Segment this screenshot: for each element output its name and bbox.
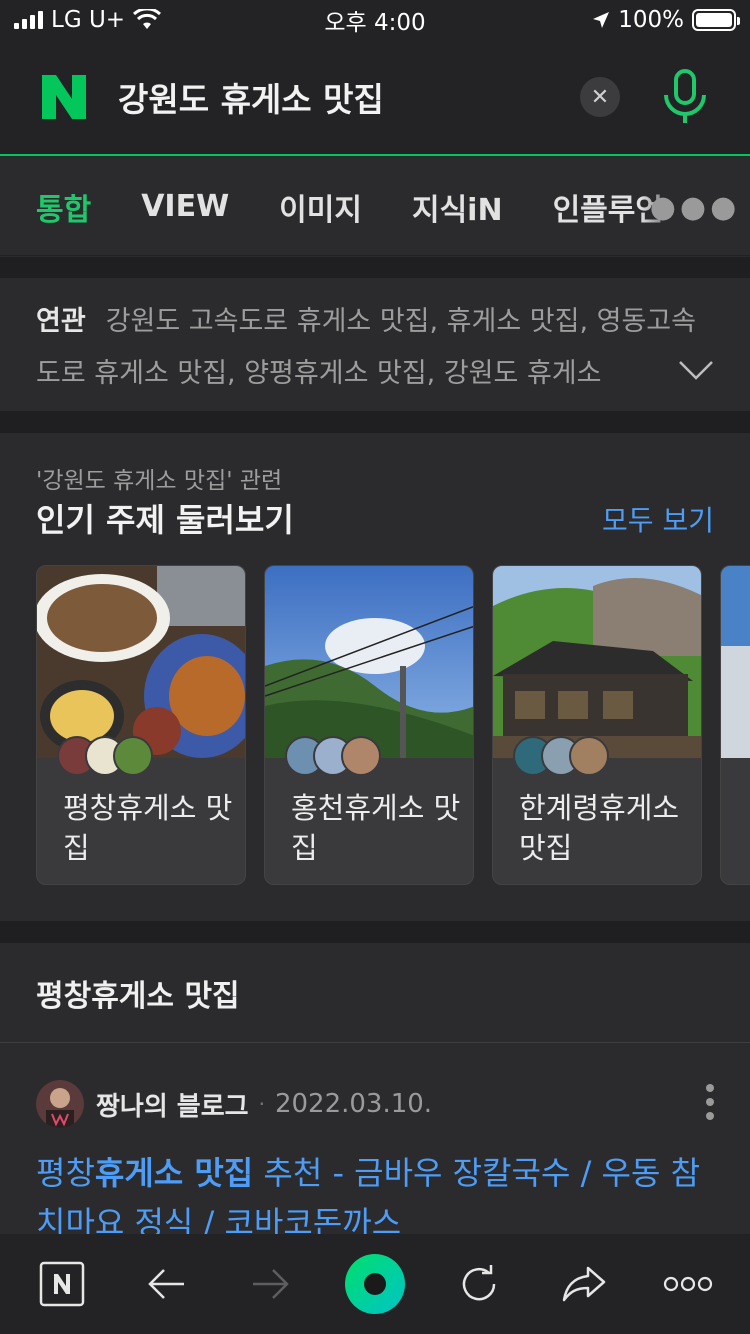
back-arrow-icon	[148, 1269, 185, 1299]
author-avatars	[285, 736, 381, 776]
green-dot-button[interactable]	[340, 1249, 410, 1319]
section-divider	[0, 411, 750, 433]
post-title-link[interactable]: 평창휴게소 맛집 추천 - 금바우 장칼국수 / 우동 참치마요 정식 / 코바…	[36, 1148, 716, 1234]
clear-search-button[interactable]: ✕	[580, 77, 620, 117]
related-keywords[interactable]: 강원도 고속도로 휴게소 맛집, 휴게소 맛집, 영동고속도로 휴게소 맛집, …	[36, 306, 696, 389]
related-label: 연관	[36, 306, 86, 337]
separator-dot: ·	[258, 1092, 265, 1116]
topic-card-pyeongchang[interactable]: 평창휴게소 맛집	[36, 565, 246, 885]
topic-card-hangyeryeong[interactable]: 한계령휴게소 맛집	[492, 565, 702, 885]
wifi-icon	[133, 9, 162, 29]
carrier-label: LG U+	[51, 7, 126, 33]
search-tabs: 통합 VIEW 이미지 지식iN 인플루언 ●●●	[0, 158, 750, 256]
topic-carousel[interactable]: 평창휴게소 맛집 홍천휴게소 맛집 한계령휴게소 맛집	[36, 565, 750, 885]
search-input[interactable]: 강원도 휴게소 맛집	[118, 73, 580, 121]
building-photo	[721, 566, 750, 758]
more-button[interactable]	[653, 1249, 723, 1319]
tab-view[interactable]: VIEW	[141, 189, 229, 224]
rest-area-photo	[493, 566, 701, 758]
share-icon	[562, 1266, 605, 1302]
close-icon: ✕	[590, 84, 610, 110]
post-date: 2022.03.10.	[274, 1089, 433, 1119]
post-meta: 짱나의 블로그 · 2022.03.10.	[36, 1080, 432, 1128]
topic-card-label: 홍천휴게소 맛집	[291, 791, 461, 865]
battery-icon	[692, 9, 740, 31]
avatar[interactable]	[36, 1080, 84, 1128]
green-dot-icon	[344, 1254, 405, 1314]
post-title-highlight: 휴게소 맛집	[94, 1154, 254, 1192]
battery-percent: 100%	[618, 7, 684, 33]
topic-card-label: 한계령휴게소 맛집	[519, 791, 680, 865]
cellular-signal-icon	[14, 11, 43, 29]
more-dots-icon: ●●●	[649, 189, 741, 225]
mountain-photo	[265, 566, 473, 758]
author-avatars	[57, 736, 153, 776]
naver-home-icon	[39, 1261, 85, 1307]
voice-search-button[interactable]	[660, 67, 710, 127]
chevron-down-icon[interactable]	[678, 360, 714, 380]
blog-post-result[interactable]: 짱나의 블로그 · 2022.03.10. 평창휴게소 맛집 추천 - 금바우 …	[0, 1044, 750, 1234]
status-bar: LG U+ 오후 4:00 100%	[0, 0, 750, 40]
naver-logo-icon[interactable]	[40, 73, 88, 121]
post-options-button[interactable]	[704, 1084, 716, 1120]
microphone-icon	[664, 69, 706, 123]
post-author[interactable]: 짱나의 블로그	[96, 1086, 249, 1123]
location-arrow-icon	[593, 12, 610, 28]
tab-images[interactable]: 이미지	[279, 185, 362, 229]
see-all-link[interactable]: 모두 보기	[602, 499, 714, 539]
section-divider	[0, 921, 750, 943]
share-button[interactable]	[549, 1249, 619, 1319]
food-photo	[37, 566, 245, 758]
search-header: 강원도 휴게소 맛집 ✕	[0, 40, 750, 156]
battery-level	[696, 13, 732, 27]
topic-card-label: 평창휴게소 맛집	[63, 791, 233, 865]
bottom-toolbar	[0, 1234, 750, 1334]
forward-button[interactable]	[236, 1249, 306, 1319]
tab-knowledge-in[interactable]: 지식iN	[412, 185, 503, 229]
post-title-prefix: 평창	[36, 1154, 95, 1192]
section-divider	[0, 257, 750, 278]
refresh-button[interactable]	[444, 1249, 514, 1319]
more-icon	[663, 1276, 712, 1292]
popular-subtitle: '강원도 휴게소 맛집' 관련	[36, 468, 283, 494]
forward-arrow-icon	[252, 1269, 289, 1299]
topic-card-hongcheon[interactable]: 홍천휴게소 맛집	[264, 565, 474, 885]
home-button[interactable]	[27, 1249, 97, 1319]
popular-topics: '강원도 휴게소 맛집' 관련 인기 주제 둘러보기 모두 보기 평창휴게소 맛…	[0, 433, 750, 921]
topic-card-partial[interactable]	[720, 565, 750, 885]
section-title: 평창휴게소 맛집	[0, 943, 750, 1043]
tab-integrated[interactable]: 통합	[36, 185, 91, 229]
more-tabs-button[interactable]: ●●●	[640, 158, 750, 255]
refresh-icon	[463, 1265, 496, 1301]
back-button[interactable]	[131, 1249, 201, 1319]
author-avatars	[513, 736, 609, 776]
related-searches: 연관 강원도 고속도로 휴게소 맛집, 휴게소 맛집, 영동고속도로 휴게소 맛집…	[0, 278, 750, 411]
popular-title: 인기 주제 둘러보기	[36, 501, 294, 539]
